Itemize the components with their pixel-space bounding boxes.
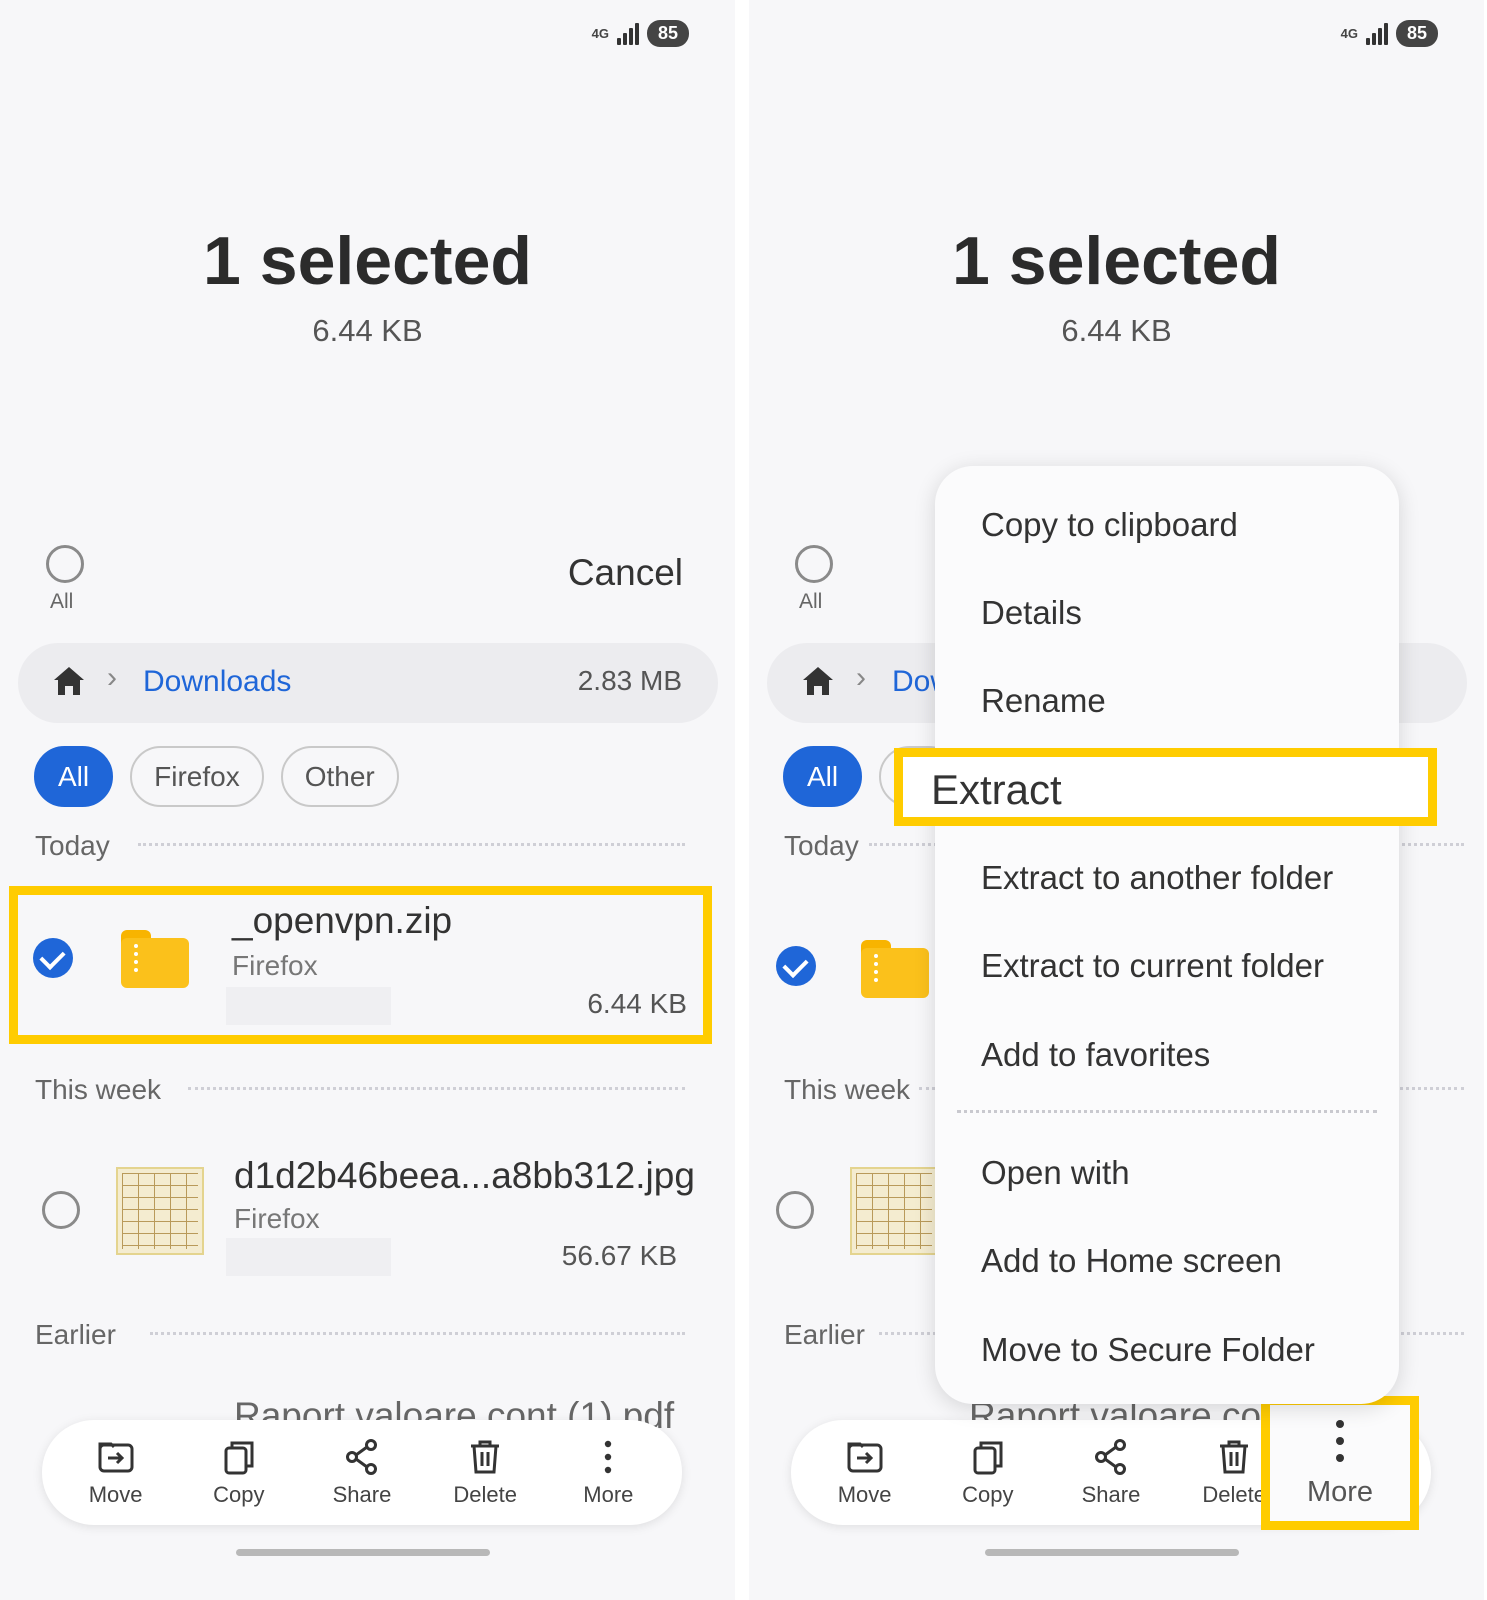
move-icon (847, 1442, 883, 1472)
gesture-bar (985, 1549, 1239, 1556)
move-button[interactable]: Move (810, 1438, 920, 1508)
right-screen: 4G 85 1 selected 6.44 KB All l › Dow All… (749, 0, 1484, 1600)
home-icon[interactable] (801, 665, 835, 702)
filter-all[interactable]: All (34, 746, 114, 807)
battery-indicator: 85 (1395, 20, 1438, 47)
section-divider (150, 1332, 685, 1335)
chevron-right-icon: › (856, 661, 866, 694)
copy-icon (973, 1441, 1003, 1474)
select-all-label: All (799, 590, 823, 613)
file-checkbox[interactable] (776, 1191, 814, 1229)
section-today: Today (784, 830, 859, 862)
file-checkbox-checked[interactable] (776, 946, 816, 986)
more-label: More (1306, 1475, 1374, 1508)
share-icon (345, 1438, 377, 1475)
file-date-placeholder (226, 1238, 391, 1276)
share-label: Share (1081, 1481, 1141, 1507)
filter-all[interactable]: All (783, 746, 863, 807)
zip-folder-icon (861, 940, 929, 998)
menu-copy-to-clipboard[interactable]: Copy to clipboard (981, 506, 1238, 544)
more-button[interactable]: More (1261, 1396, 1419, 1530)
section-divider (138, 843, 685, 846)
menu-open-with[interactable]: Open with (981, 1154, 1130, 1192)
filter-firefox[interactable]: Firefox (130, 746, 264, 807)
gesture-bar (236, 1549, 490, 1556)
menu-rename[interactable]: Rename (981, 682, 1106, 720)
section-earlier: Earlier (35, 1319, 116, 1351)
breadcrumb-folder[interactable]: Downloads (143, 665, 291, 699)
network-indicator: 4G (1340, 26, 1358, 41)
signal-icon (616, 22, 639, 45)
move-icon (98, 1442, 134, 1472)
page-title: 1 selected (203, 223, 532, 299)
file-source: Firefox (234, 1203, 320, 1234)
trash-icon (1220, 1440, 1249, 1473)
network-indicator: 4G (591, 26, 609, 41)
highlight-selected-file (9, 886, 712, 1044)
more-vertical-icon (1336, 1419, 1344, 1462)
menu-add-to-favorites[interactable]: Add to favorites (981, 1036, 1210, 1074)
menu-add-to-home-screen[interactable]: Add to Home screen (981, 1242, 1282, 1280)
menu-details[interactable]: Details (981, 594, 1082, 632)
cancel-button[interactable]: Cancel (568, 552, 683, 594)
move-label: Move (837, 1481, 892, 1507)
battery-indicator: 85 (646, 20, 689, 47)
more-label: More (583, 1481, 634, 1507)
trash-icon (471, 1440, 500, 1473)
more-options-menu: Copy to clipboard Details Rename Extract… (935, 466, 1399, 1404)
section-this-week: This week (35, 1074, 162, 1106)
copy-label: Copy (213, 1481, 265, 1507)
selected-size: 6.44 KB (1061, 313, 1172, 348)
file-size: 56.67 KB (561, 1240, 677, 1271)
share-icon (1094, 1438, 1126, 1475)
copy-button[interactable]: Copy (933, 1438, 1043, 1508)
folder-size: 2.83 MB (577, 665, 682, 696)
filter-other[interactable]: Other (280, 746, 399, 807)
delete-button[interactable]: Delete (430, 1438, 540, 1508)
image-thumbnail (116, 1167, 204, 1255)
menu-extract-to-current-folder[interactable]: Extract to current folder (981, 947, 1324, 985)
status-bar: 4G 85 (592, 20, 689, 47)
copy-label: Copy (962, 1481, 1014, 1507)
file-checkbox[interactable] (42, 1191, 80, 1229)
select-all-checkbox[interactable] (46, 545, 84, 583)
file-name[interactable]: d1d2b46beea...a8bb312.jpg (234, 1155, 695, 1197)
signal-icon (1365, 22, 1388, 45)
menu-extract-to-another-folder[interactable]: Extract to another folder (981, 859, 1333, 897)
home-icon[interactable] (52, 665, 86, 702)
breadcrumb: › Downloads 2.83 MB (18, 643, 718, 723)
share-label: Share (332, 1481, 392, 1507)
image-thumbnail (850, 1167, 938, 1255)
menu-extract-label: Extract (931, 766, 1062, 813)
bottom-toolbar: Move Copy Share Delete More (42, 1420, 682, 1525)
filter-chips: All Firefox Other (34, 746, 399, 807)
page-title: 1 selected (952, 223, 1281, 299)
section-earlier: Earlier (784, 1319, 865, 1351)
section-this-week: This week (784, 1074, 911, 1106)
delete-label: Delete (453, 1481, 517, 1507)
more-button[interactable]: More (553, 1438, 663, 1508)
copy-button[interactable]: Copy (184, 1438, 294, 1508)
delete-label: Delete (1202, 1481, 1266, 1507)
left-screen: 4G 85 1 selected 6.44 KB All Cancel › Do… (0, 0, 735, 1600)
selected-size: 6.44 KB (312, 313, 423, 348)
share-button[interactable]: Share (1056, 1438, 1166, 1508)
more-vertical-icon (605, 1440, 612, 1473)
move-label: Move (88, 1481, 143, 1507)
select-all-label: All (50, 590, 74, 613)
share-button[interactable]: Share (307, 1438, 417, 1508)
menu-move-to-secure-folder[interactable]: Move to Secure Folder (981, 1331, 1315, 1369)
section-divider (188, 1087, 685, 1090)
section-today: Today (35, 830, 110, 862)
copy-icon (224, 1441, 254, 1474)
move-button[interactable]: Move (61, 1438, 171, 1508)
select-all-checkbox[interactable] (795, 545, 833, 583)
menu-divider (957, 1110, 1377, 1113)
menu-extract[interactable]: Extract (894, 748, 1437, 826)
status-bar: 4G 85 (1341, 20, 1438, 47)
chevron-right-icon: › (107, 661, 117, 694)
